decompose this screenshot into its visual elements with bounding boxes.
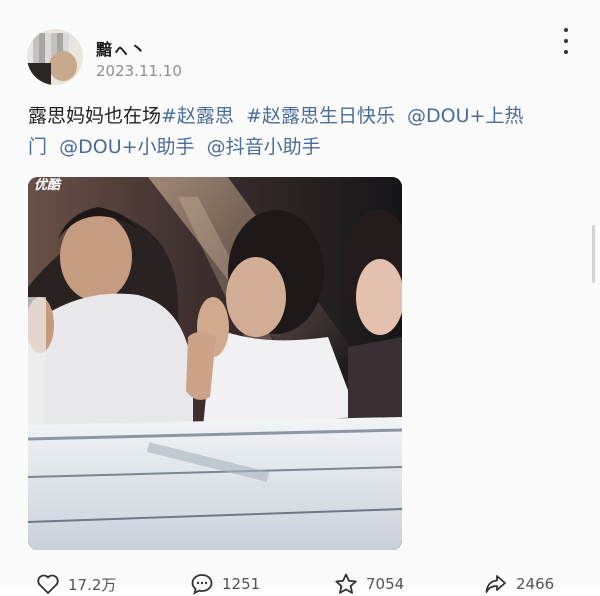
more-vertical-icon[interactable]	[556, 28, 576, 54]
mention-link[interactable]: @DOU+小助手	[59, 136, 194, 158]
like-count: 17.2万	[68, 575, 117, 594]
comment-count: 1251	[222, 575, 261, 593]
concert-photo: 优酷	[28, 177, 402, 550]
comment-bubble-icon	[191, 574, 213, 595]
post-date: 2023.11.10	[96, 62, 182, 80]
share-count: 2466	[516, 575, 555, 593]
scrollbar[interactable]	[592, 225, 595, 283]
share-icon	[485, 575, 506, 593]
avatar[interactable]	[27, 29, 83, 85]
post-image[interactable]: 优酷	[28, 177, 402, 550]
favorite-button[interactable]: 7054	[334, 572, 404, 596]
hashtag-link[interactable]: #赵露思	[161, 105, 234, 127]
star-count: 7054	[366, 575, 405, 593]
action-bar: 17.2万 1251 7054 2466	[28, 572, 588, 596]
mention-link[interactable]: @抖音小助手	[207, 136, 321, 158]
comment-button[interactable]: 1251	[190, 572, 260, 596]
star-icon	[335, 573, 357, 594]
media-watermark: 优酷	[34, 177, 62, 193]
post-caption: 露思妈妈也在场	[28, 105, 162, 127]
heart-icon	[37, 574, 59, 595]
username[interactable]: 黯ㇸ丶	[96, 36, 147, 60]
hashtag-link[interactable]: #赵露思生日快乐	[246, 105, 395, 127]
like-button[interactable]: 17.2万	[36, 572, 116, 596]
post-card: 黯ㇸ丶 2023.11.10 露思妈妈也在场#赵露思 #赵露思生日快乐 @DOU…	[0, 0, 600, 595]
post-text: 露思妈妈也在场#赵露思 #赵露思生日快乐 @DOU+上热门 @DOU+小助手 @…	[28, 101, 573, 163]
share-button[interactable]: 2466	[484, 572, 554, 596]
